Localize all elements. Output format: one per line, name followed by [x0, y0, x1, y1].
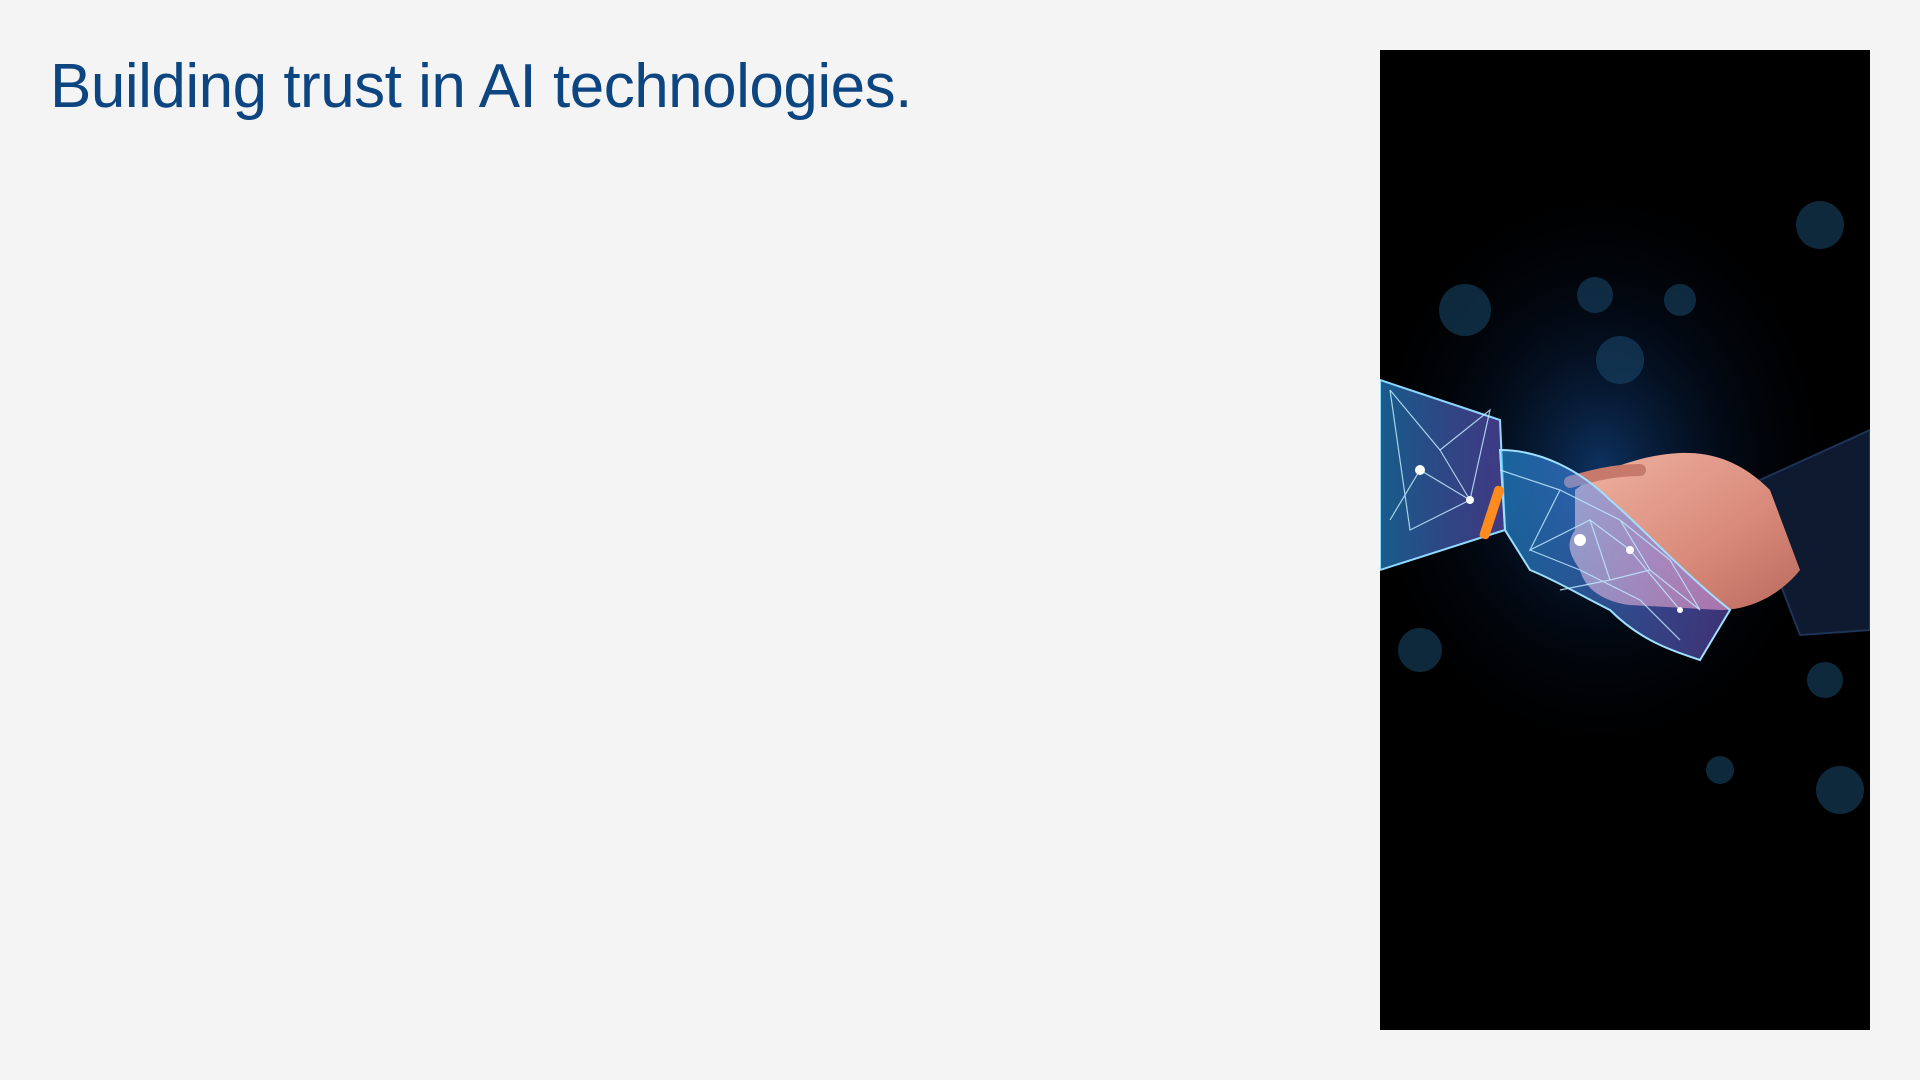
slide: Building trust in AI technologies. — [0, 0, 1920, 1080]
slide-title: Building trust in AI technologies. — [50, 52, 912, 121]
handshake-image — [1380, 50, 1870, 1030]
handshake-illustration — [1380, 50, 1870, 1030]
